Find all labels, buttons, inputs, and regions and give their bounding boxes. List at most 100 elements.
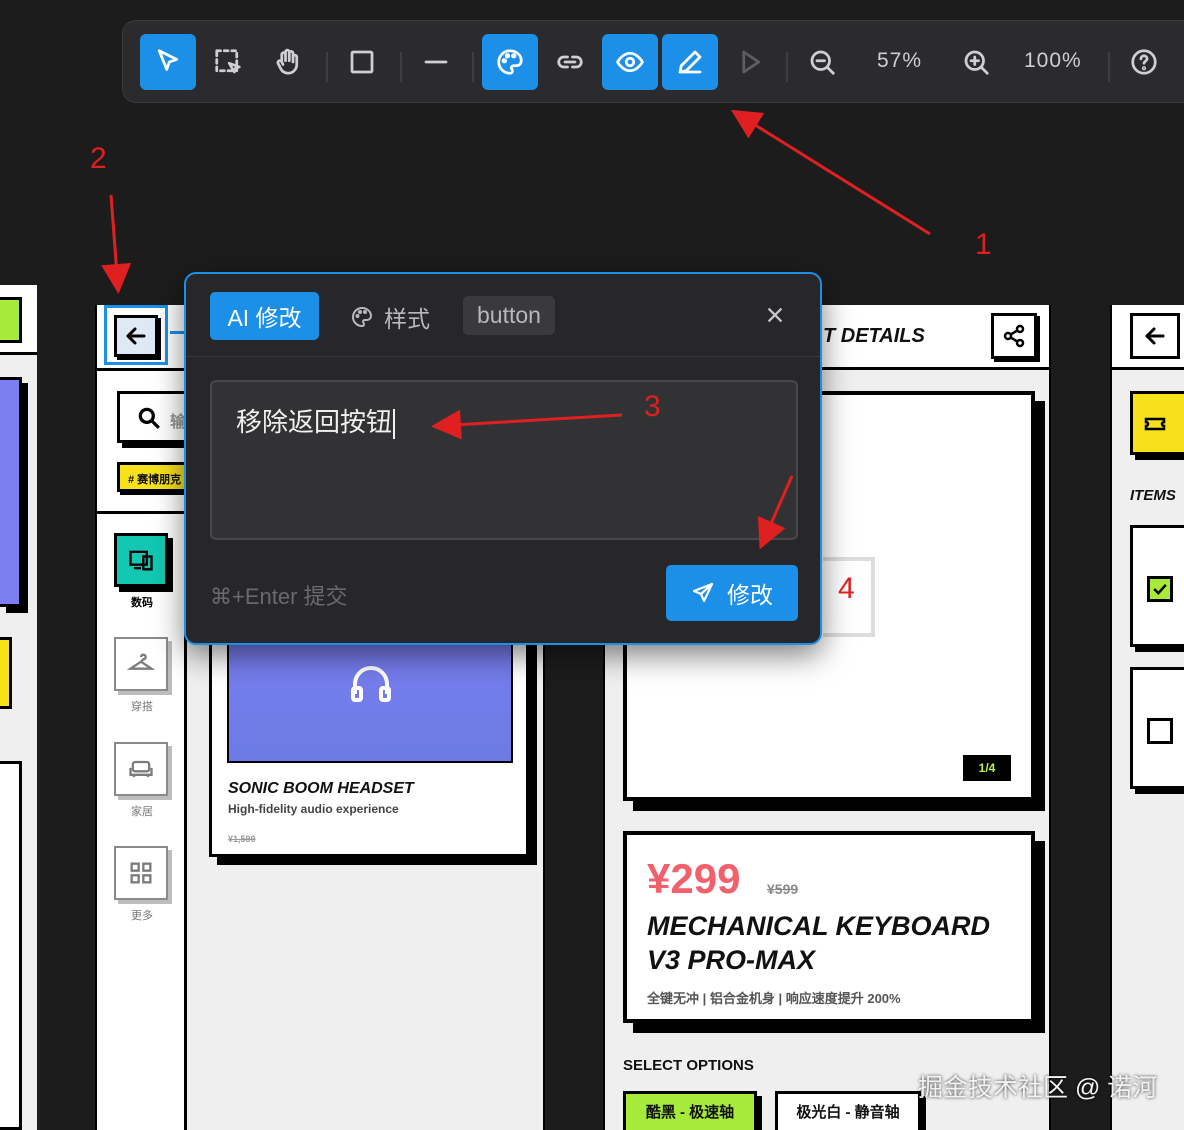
category-label: 更多 [131, 910, 153, 922]
annotation-label-4: 4 [838, 572, 855, 605]
line-tool-button[interactable] [408, 34, 464, 90]
popup-divider [186, 356, 820, 357]
preview-tool-button[interactable] [602, 34, 658, 90]
select-tool-button[interactable] [140, 34, 196, 90]
cart-back-button[interactable] [1130, 313, 1180, 359]
arrow-left-icon [1145, 327, 1165, 345]
cart-items-label: ITEMS [1130, 487, 1176, 504]
close-icon [767, 307, 783, 323]
search-icon [138, 407, 160, 429]
annotation-arrow-1 [730, 109, 931, 236]
text-caret [393, 409, 396, 440]
hanger-icon [127, 653, 155, 670]
pencil-icon [678, 50, 702, 74]
coupon-card[interactable] [1130, 391, 1184, 455]
toolbar-divider [472, 52, 474, 82]
toolbar-divider [326, 52, 328, 82]
help-button[interactable] [1116, 34, 1172, 90]
marquee-select-icon [215, 49, 241, 74]
category-label: 家居 [131, 806, 153, 818]
toolbar-divider [786, 52, 788, 82]
annotation-label-2: 2 [90, 142, 107, 175]
prompt-text: 移除返回按钮 [236, 402, 396, 440]
detail-header-title: T DETAILS [823, 325, 925, 347]
selection-connector [170, 331, 184, 334]
marquee-tool-button[interactable] [200, 34, 256, 90]
left-partial-frame [0, 285, 37, 1130]
hand-icon [276, 48, 299, 75]
tab-ai-edit[interactable]: AI 修改 [210, 292, 319, 340]
category-digital-tile[interactable] [114, 533, 168, 587]
devices-icon [129, 550, 153, 571]
close-button[interactable] [764, 304, 786, 326]
tab-style-label: 样式 [384, 306, 430, 332]
rectangle-icon [350, 50, 374, 74]
annotation-label-3: 3 [644, 390, 661, 423]
left-yellow-card [0, 637, 12, 709]
cart-item-1[interactable] [1130, 525, 1184, 647]
back-button-selected[interactable] [104, 305, 168, 365]
send-icon [692, 582, 714, 603]
zoom-out-button[interactable] [794, 34, 850, 90]
line-icon [424, 60, 448, 64]
zoom-out-icon [810, 50, 835, 75]
detail-features: 全键无冲 | 铝合金机身 | 响应速度提升 200% [647, 991, 901, 1006]
toolbar-divider [400, 52, 402, 82]
left-purple-card [0, 377, 22, 607]
annotation-arrow-2 [101, 194, 132, 294]
toolbar-divider [1108, 52, 1110, 82]
price-card: ¥299 ¥599 MECHANICAL KEYBOARD V3 PRO-MAX… [623, 831, 1035, 1023]
link-tool-button[interactable] [542, 34, 598, 90]
select-options-label: SELECT OPTIONS [623, 1057, 754, 1074]
category-fashion-tile[interactable] [114, 637, 168, 691]
checkbox-checked[interactable] [1147, 576, 1173, 602]
category-home-tile[interactable] [114, 742, 168, 796]
product-subtitle: High-fidelity audio experience [228, 802, 399, 816]
left-green-button[interactable] [0, 297, 22, 343]
left-white-card [0, 761, 22, 1130]
palette-icon [352, 306, 373, 328]
watermark: 掘金技术社区 @ 诺河 [918, 1074, 1158, 1102]
option-black[interactable]: 酷黑 - 极速轴 [623, 1091, 757, 1130]
pointer-icon [157, 49, 179, 71]
price-current: ¥299 [647, 855, 741, 902]
prompt-value: 移除返回按钮 [236, 407, 393, 437]
cart-item-2[interactable] [1130, 667, 1184, 789]
submit-edit-button[interactable]: 修改 [666, 565, 798, 621]
zoom-in-button[interactable] [948, 34, 1004, 90]
checkbox-unchecked[interactable] [1147, 718, 1173, 744]
product-old-price: ¥1,599 [228, 834, 256, 844]
gallery-counter: 1/4 [963, 755, 1011, 781]
check-icon [1153, 583, 1167, 595]
zoom-in-icon [964, 50, 989, 75]
submit-label: 修改 [727, 582, 773, 608]
play-button[interactable] [722, 34, 778, 90]
palette-icon [497, 49, 523, 75]
product-title: SONIC BOOM HEADSET [228, 780, 414, 797]
hand-tool-button[interactable] [260, 34, 316, 90]
share-icon [1003, 324, 1025, 348]
price-old: ¥599 [767, 881, 799, 897]
sofa-icon [129, 760, 153, 778]
headphones-icon [351, 666, 391, 702]
category-more-tile[interactable] [114, 846, 168, 900]
share-button[interactable] [991, 313, 1037, 359]
detail-title-line2: V3 PRO-MAX [647, 945, 816, 975]
back-button[interactable] [114, 315, 158, 357]
reset-zoom-button[interactable]: 100% [1024, 49, 1082, 73]
option-white[interactable]: 极光白 - 静音轴 [775, 1091, 921, 1130]
tab-style[interactable]: 样式 [350, 300, 430, 334]
arrow-left-icon [126, 327, 146, 345]
zoom-level: 57% [877, 49, 923, 72]
prompt-textarea[interactable]: 移除返回按钮 [210, 380, 798, 540]
annotation-label-1: 1 [975, 228, 992, 261]
link-icon [557, 55, 583, 69]
element-tag-badge: button [463, 296, 555, 335]
grid-icon [130, 862, 152, 884]
submit-hint: ⌘+Enter 提交 [210, 584, 348, 609]
rectangle-tool-button[interactable] [334, 34, 390, 90]
edit-tool-button[interactable] [662, 34, 718, 90]
detail-title-line1: MECHANICAL KEYBOARD [647, 911, 991, 941]
ai-edit-popup: AI 修改 样式 button 移除返回按钮 ⌘+Enter 提交 修改 [184, 272, 822, 645]
style-tool-button[interactable] [482, 34, 538, 90]
